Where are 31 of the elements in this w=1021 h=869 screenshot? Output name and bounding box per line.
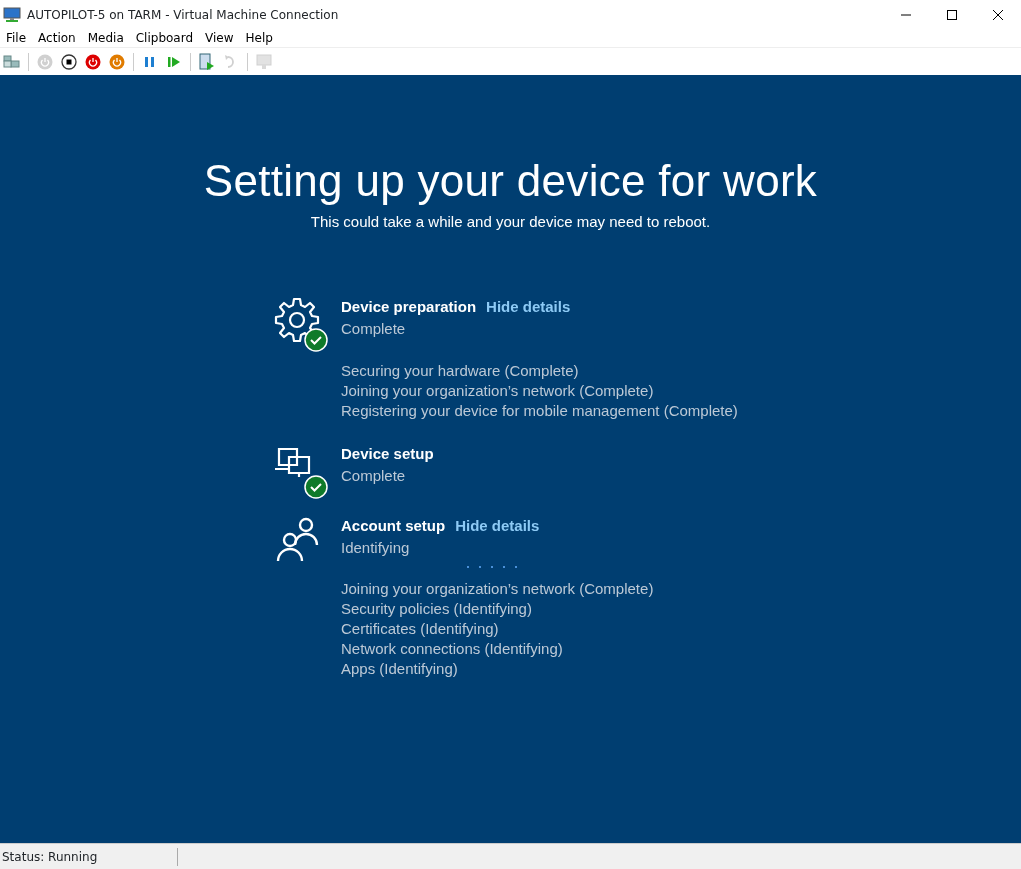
gear-icon <box>273 295 321 344</box>
section-title: Account setup <box>341 515 446 536</box>
page-subheading: This could take a while and your device may need to reboot. <box>310 212 711 233</box>
menu-item[interactable]: Media <box>81 30 130 47</box>
detail-item: Joining your organization’s network (Complete) <box>341 380 655 401</box>
page-heading: Setting up your device for work <box>203 157 818 206</box>
section-title: Device setup <box>341 443 434 464</box>
section-title: Device preparation <box>341 296 477 317</box>
menu-item[interactable]: File <box>0 30 33 47</box>
detail-item: Certificates (Identifying) <box>341 618 500 639</box>
menu-item[interactable]: Help <box>239 30 279 47</box>
menu-item[interactable]: View <box>199 30 240 47</box>
menu-item[interactable]: Clipboard <box>129 30 200 47</box>
status-text: Status: Running <box>0 847 178 866</box>
stop-icon[interactable] <box>59 51 79 72</box>
monitor-icon <box>3 7 21 23</box>
section-status: Complete <box>341 466 407 487</box>
window-title: AUTOPILOT-5 on TARM - Virtual Machine Connection <box>26 7 340 24</box>
detail-item: Security policies (Identifying) <box>341 598 533 619</box>
menu-item[interactable]: Action <box>32 30 82 47</box>
detail-item: Registering your device for mobile management (Complete) <box>341 400 738 421</box>
hide-details-link[interactable]: Hide details <box>476 295 571 319</box>
close-icon <box>993 10 1003 20</box>
section-status: Identifying <box>341 538 411 559</box>
detail-item: Joining your organization’s network (Complete) <box>341 578 654 599</box>
detail-item: Apps (Identifying) <box>341 658 459 679</box>
hide-details-link[interactable]: Hide details <box>445 514 540 538</box>
maximize-icon <box>947 10 957 20</box>
detail-item: Network connections (Identifying) <box>341 638 564 659</box>
detail-item: Securing your hardware (Complete) <box>341 360 580 381</box>
section-status: Complete <box>341 319 407 340</box>
